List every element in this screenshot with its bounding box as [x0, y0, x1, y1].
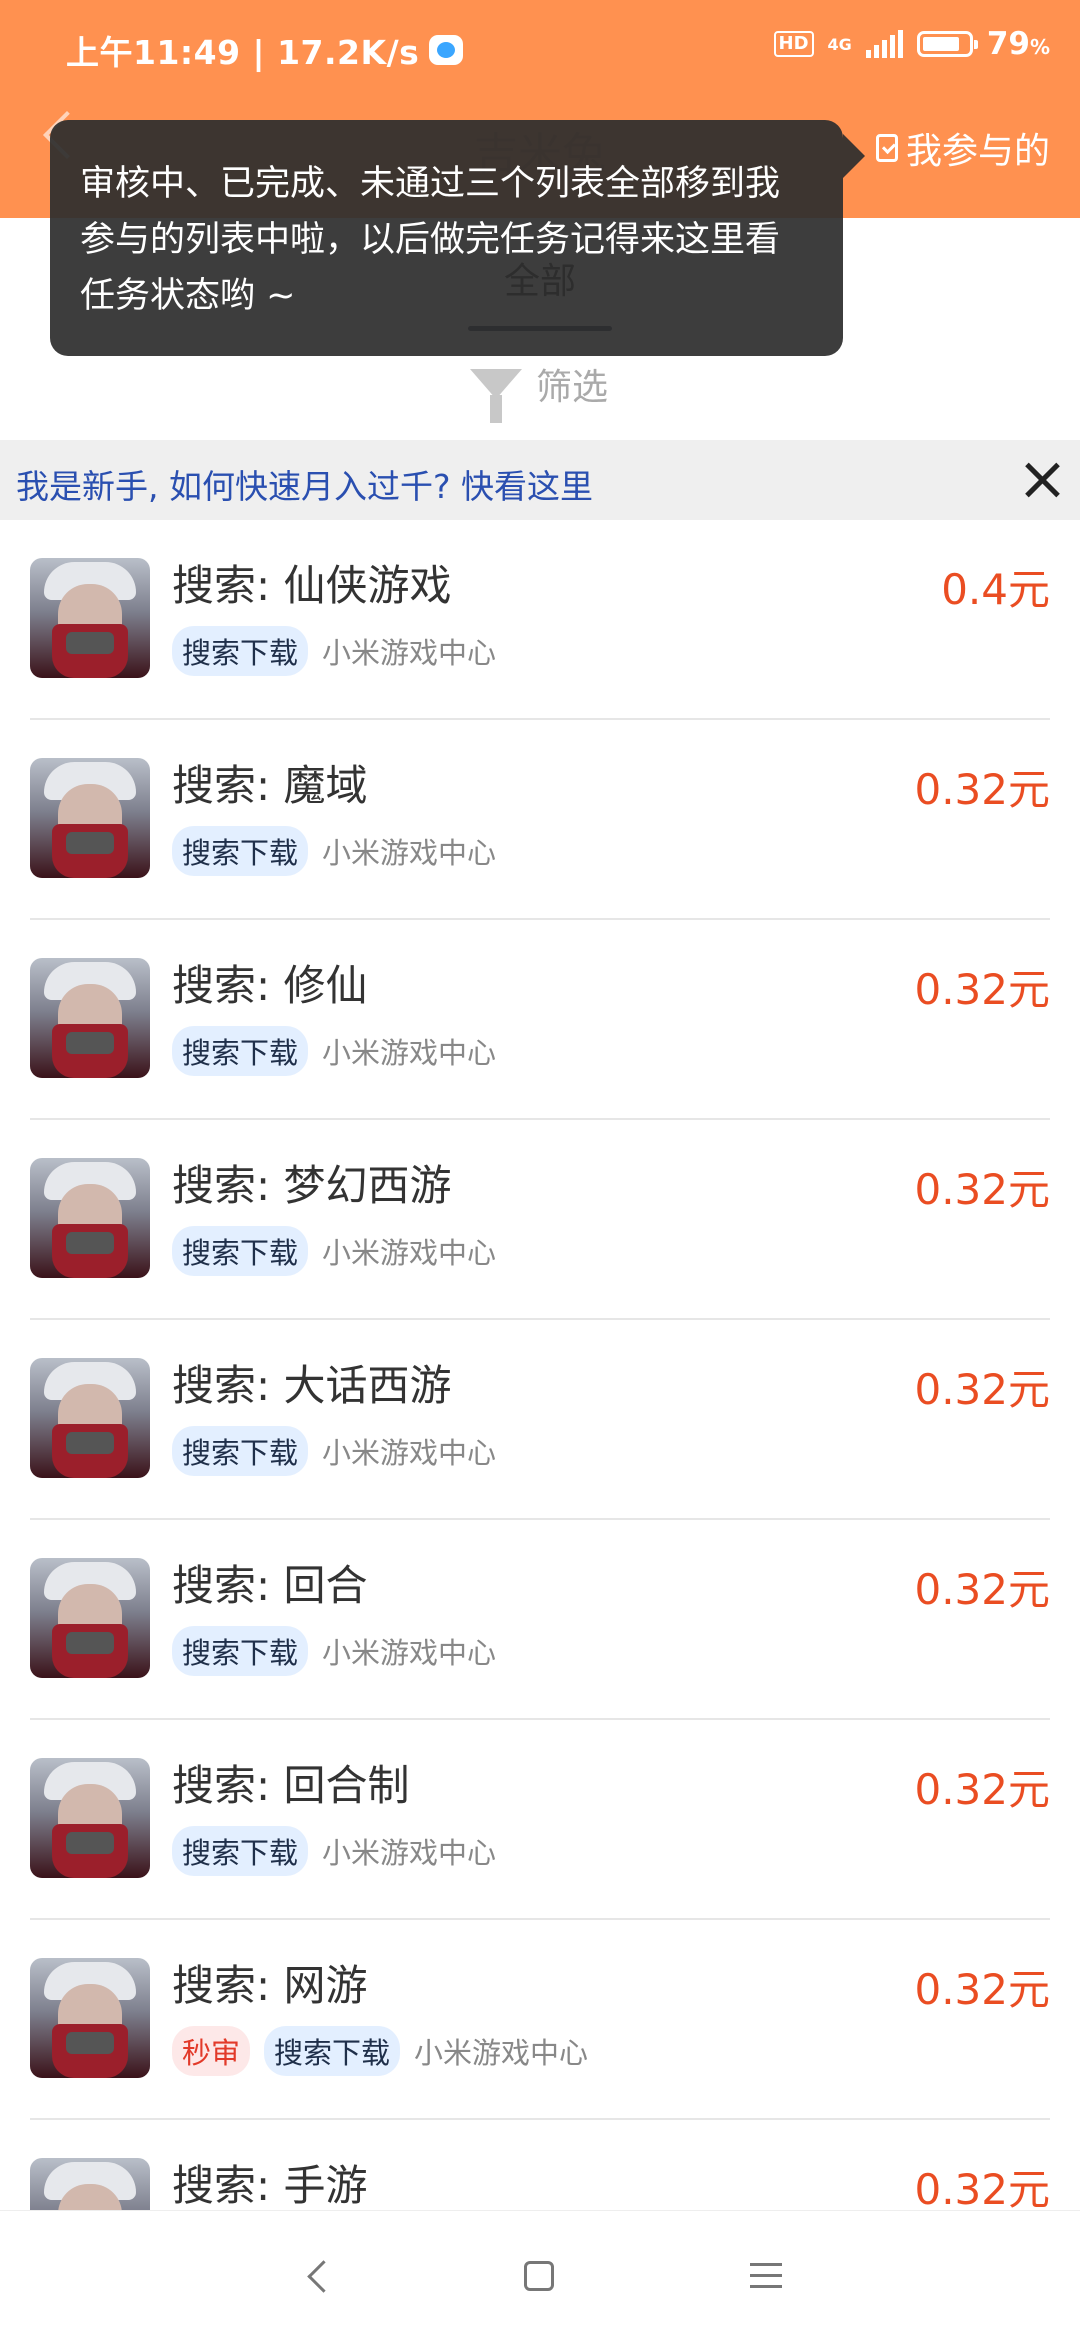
- task-title: 搜索: 魔域: [172, 761, 368, 810]
- tag-search-download: 搜索下载: [172, 1426, 309, 1476]
- task-price: 0.32元: [914, 1365, 1050, 1414]
- game-thumbnail: [30, 758, 150, 878]
- newbie-banner[interactable]: 我是新手, 如何快速月入过千? 快看这里: [0, 440, 1080, 520]
- tooltip-text: 审核中、已完成、未通过三个列表全部移到我参与的列表中啦，以后做完任务记得来这里看…: [80, 164, 781, 316]
- game-thumbnail: [30, 1958, 150, 2078]
- tooltip-popup[interactable]: 审核中、已完成、未通过三个列表全部移到我参与的列表中啦，以后做完任务记得来这里看…: [50, 120, 843, 356]
- task-price: 0.32元: [914, 1965, 1050, 2014]
- game-thumbnail: [30, 1758, 150, 1878]
- task-title: 搜索: 仙侠游戏: [172, 561, 452, 610]
- filter-button[interactable]: 筛选: [470, 358, 609, 423]
- status-bar: 上午11:49 | 17.2K/s HD 4G 79%: [0, 0, 1080, 100]
- my-participated-label: 我参与的: [905, 131, 1050, 172]
- task-item[interactable]: 搜索: 修仙 0.32元 搜索下载 小米游戏中心: [30, 920, 1050, 1120]
- status-time: 上午11:49 | 17.2K/s: [66, 33, 420, 72]
- filter-label: 筛选: [536, 367, 609, 408]
- task-price: 0.32元: [914, 765, 1050, 814]
- task-source: 小米游戏中心: [322, 1236, 497, 1270]
- nav-menu-icon[interactable]: [750, 2261, 782, 2291]
- battery-unit: %: [1029, 35, 1050, 59]
- tag-search-download: 搜索下载: [172, 1626, 309, 1676]
- nav-back-icon[interactable]: [307, 2260, 340, 2293]
- game-thumbnail: [30, 958, 150, 1078]
- task-price: 0.32元: [914, 1765, 1050, 1814]
- tag-search-download: 搜索下载: [172, 1026, 309, 1076]
- task-source: 小米游戏中心: [322, 636, 497, 670]
- task-item[interactable]: 搜索: 仙侠游戏 0.4元 搜索下载 小米游戏中心: [30, 520, 1050, 720]
- task-price: 0.32元: [914, 1565, 1050, 1614]
- game-thumbnail: [30, 1558, 150, 1678]
- notification-icon: [429, 35, 464, 65]
- nav-home-icon[interactable]: [524, 2261, 554, 2291]
- task-price: 0.32元: [914, 2165, 1050, 2214]
- task-item[interactable]: 搜索: 魔域 0.32元 搜索下载 小米游戏中心: [30, 720, 1050, 920]
- tag-search-download: 搜索下载: [172, 1226, 309, 1276]
- tag-search-download: 搜索下载: [172, 1826, 309, 1876]
- task-item[interactable]: 搜索: 回合 0.32元 搜索下载 小米游戏中心: [30, 1520, 1050, 1720]
- task-title: 搜索: 回合制: [172, 1761, 410, 1810]
- game-thumbnail: [30, 558, 150, 678]
- clipboard-check-icon: [875, 134, 898, 162]
- tooltip-arrow: [843, 134, 865, 178]
- task-title: 搜索: 网游: [172, 1961, 368, 2010]
- task-source: 小米游戏中心: [322, 1636, 497, 1670]
- task-source: 小米游戏中心: [322, 1436, 497, 1470]
- task-list: 搜索: 仙侠游戏 0.4元 搜索下载 小米游戏中心 搜索: 魔域 0.32元 搜…: [0, 520, 1080, 2320]
- task-source: 小米游戏中心: [322, 1836, 497, 1870]
- battery-percent: 79: [986, 26, 1030, 62]
- task-source: 小米游戏中心: [322, 836, 497, 870]
- task-title: 搜索: 回合: [172, 1561, 368, 1610]
- network-type: 4G: [827, 34, 852, 54]
- task-price: 0.32元: [914, 1165, 1050, 1214]
- tag-search-download: 搜索下载: [264, 2026, 401, 2076]
- game-thumbnail: [30, 1158, 150, 1278]
- tag-instant-review: 秒审: [172, 2026, 251, 2076]
- task-title: 搜索: 手游: [172, 2161, 368, 2210]
- task-item[interactable]: 搜索: 大话西游 0.32元 搜索下载 小米游戏中心: [30, 1320, 1050, 1520]
- task-item[interactable]: 搜索: 梦幻西游 0.32元 搜索下载 小米游戏中心: [30, 1120, 1050, 1320]
- task-title: 搜索: 大话西游: [172, 1361, 452, 1410]
- task-item[interactable]: 搜索: 回合制 0.32元 搜索下载 小米游戏中心: [30, 1720, 1050, 1920]
- task-price: 0.32元: [914, 965, 1050, 1014]
- signal-icon: [865, 30, 903, 58]
- my-participated-button[interactable]: 我参与的: [875, 122, 1050, 174]
- system-nav-bar: [0, 2210, 1080, 2341]
- task-title: 搜索: 修仙: [172, 961, 368, 1010]
- tag-search-download: 搜索下载: [172, 826, 309, 876]
- game-thumbnail: [30, 1358, 150, 1478]
- task-price: 0.4元: [941, 565, 1050, 614]
- task-title: 搜索: 梦幻西游: [172, 1161, 452, 1210]
- task-source: 小米游戏中心: [322, 1036, 497, 1070]
- banner-text[interactable]: 我是新手, 如何快速月入过千? 快看这里: [16, 460, 593, 508]
- task-source: 小米游戏中心: [414, 2036, 589, 2070]
- filter-icon: [470, 369, 522, 423]
- battery-icon: [916, 31, 978, 57]
- hd-icon: HD: [773, 31, 814, 57]
- tag-search-download: 搜索下载: [172, 626, 309, 676]
- close-icon[interactable]: [1020, 458, 1064, 502]
- task-item[interactable]: 搜索: 网游 0.32元 秒审 搜索下载 小米游戏中心: [30, 1920, 1050, 2120]
